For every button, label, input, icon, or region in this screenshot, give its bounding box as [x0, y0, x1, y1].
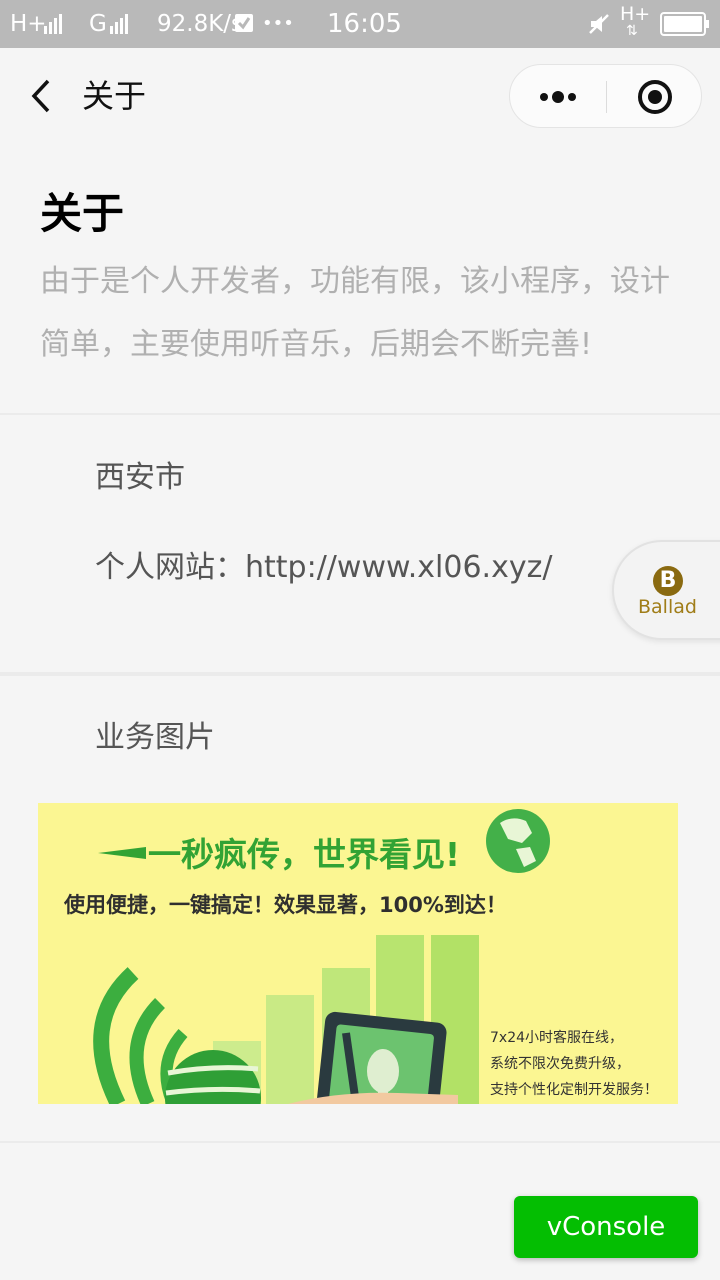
- divider: [0, 1141, 720, 1143]
- divider: [0, 413, 720, 415]
- banner-headline: 一秒疯传，世界看见!: [148, 835, 461, 874]
- ballad-logo-icon: B: [653, 566, 683, 596]
- nav-title: 关于: [82, 77, 147, 115]
- banner-service-lines: 7x24小时客服在线， 系统不限次免费升级， 支持个性化定制开发服务！: [490, 1025, 658, 1103]
- page-description: 由于是个人开发者，功能有限，该小程序，设计简单，主要使用听音乐，后期会不断完善!: [40, 264, 670, 362]
- chevron-left-icon[interactable]: [28, 78, 64, 114]
- notification-dots: •••: [262, 13, 294, 34]
- menu-capsule: [509, 64, 702, 128]
- vconsole-button[interactable]: vConsole: [514, 1196, 698, 1258]
- banner-line: 7x24小时客服在线，: [490, 1030, 624, 1046]
- signal-icon-2: [110, 14, 130, 34]
- mute-icon: [588, 13, 610, 43]
- clock: 16:05: [327, 9, 402, 39]
- network-type-2: G: [89, 11, 107, 37]
- status-bar: H+ G 92.8K/s ••• 16:05 H+ ⇅: [0, 0, 720, 48]
- banner-line: 系统不限次免费升级，: [490, 1056, 630, 1072]
- network-speed: 92.8K/s: [157, 11, 244, 37]
- ballad-float-button[interactable]: B Ballad: [612, 540, 720, 640]
- battery-icon: [660, 12, 710, 44]
- website-text[interactable]: 个人网站：http://www.xl06.xyz/: [95, 548, 552, 588]
- more-dots-icon[interactable]: [534, 80, 582, 114]
- check-icon: [234, 12, 254, 42]
- capsule-divider: [606, 81, 607, 113]
- navigation-bar: 关于: [0, 48, 720, 144]
- ballad-label: Ballad: [638, 596, 697, 618]
- banner-line: 支持个性化定制开发服务！: [490, 1082, 658, 1098]
- divider: [0, 672, 720, 676]
- network-type-1: H+: [10, 11, 47, 37]
- banner-subline: 使用便捷，一键搞定！效果显著，100%到达！: [64, 893, 507, 917]
- page-heading: 关于: [40, 189, 125, 238]
- city-text: 西安市: [95, 460, 185, 495]
- signal-icon: [44, 14, 64, 34]
- business-banner-image[interactable]: 一秒疯传，世界看见! 使用便捷，一键搞定！效果显著，100%到达！ 7x24小时…: [38, 803, 678, 1104]
- network-type-3: H+: [620, 3, 651, 25]
- target-close-icon[interactable]: [636, 78, 674, 116]
- data-arrows-icon: ⇅: [626, 23, 638, 39]
- business-title: 业务图片: [95, 720, 215, 755]
